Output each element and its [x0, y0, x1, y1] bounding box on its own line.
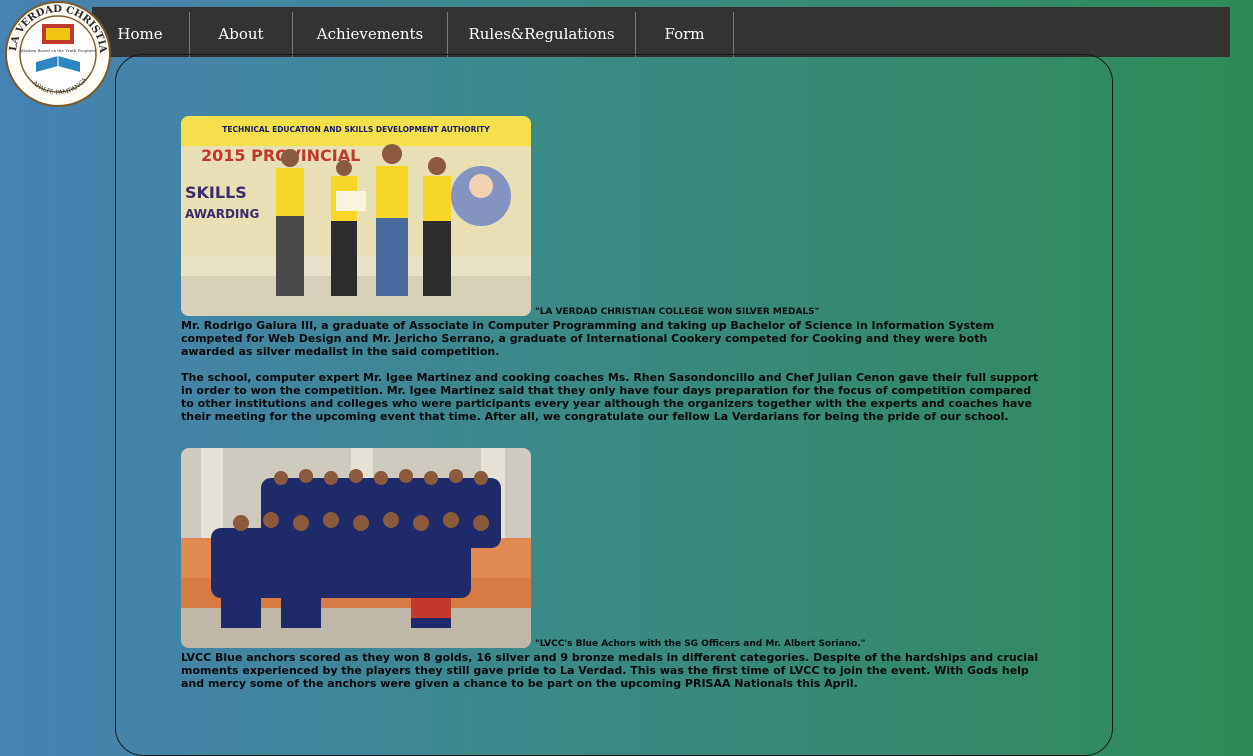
nav-about-link[interactable]: About — [190, 12, 292, 57]
photo1-banner-line4: AWARDING — [185, 207, 259, 221]
photo1-banner-line2: 2015 PROVINCIAL — [201, 146, 360, 165]
photo1-banner-line3: SKILLS — [185, 183, 247, 202]
nav-form-link[interactable]: Form — [636, 12, 733, 57]
post-caption: "LA VERDAD CHRISTIAN COLLEGE WON SILVER … — [535, 307, 820, 317]
top-navigation-bar: Home About Achievements Rules&Regulation… — [92, 7, 1230, 57]
blue-anchors-team-photo — [181, 448, 531, 648]
post-paragraph: LVCC Blue anchors scored as they won 8 g… — [181, 651, 1039, 690]
photo1-banner-line1: TECHNICAL EDUCATION AND SKILLS DEVELOPME… — [222, 125, 490, 134]
post-paragraph: The school, computer expert Mr. Igee Mar… — [181, 371, 1039, 423]
nav-achievements-link[interactable]: Achievements — [293, 12, 447, 57]
logo-motto: Wisdom Based on the Truth Prophets — [20, 48, 96, 53]
school-logo: LA VERDAD CHRISTIAN SCHOOL APALIT, PAMPA… — [0, 0, 114, 108]
post-caption: "LVCC's Blue Achors with the SG Officers… — [535, 639, 866, 649]
post-paragraph: Mr. Rodrigo Galura III, a graduate of As… — [181, 319, 995, 358]
silver-medal-photo: TECHNICAL EDUCATION AND SKILLS DEVELOPME… — [181, 116, 531, 316]
nav-rules-regulations-link[interactable]: Rules&Regulations — [448, 12, 635, 57]
nav-divider — [733, 12, 734, 57]
